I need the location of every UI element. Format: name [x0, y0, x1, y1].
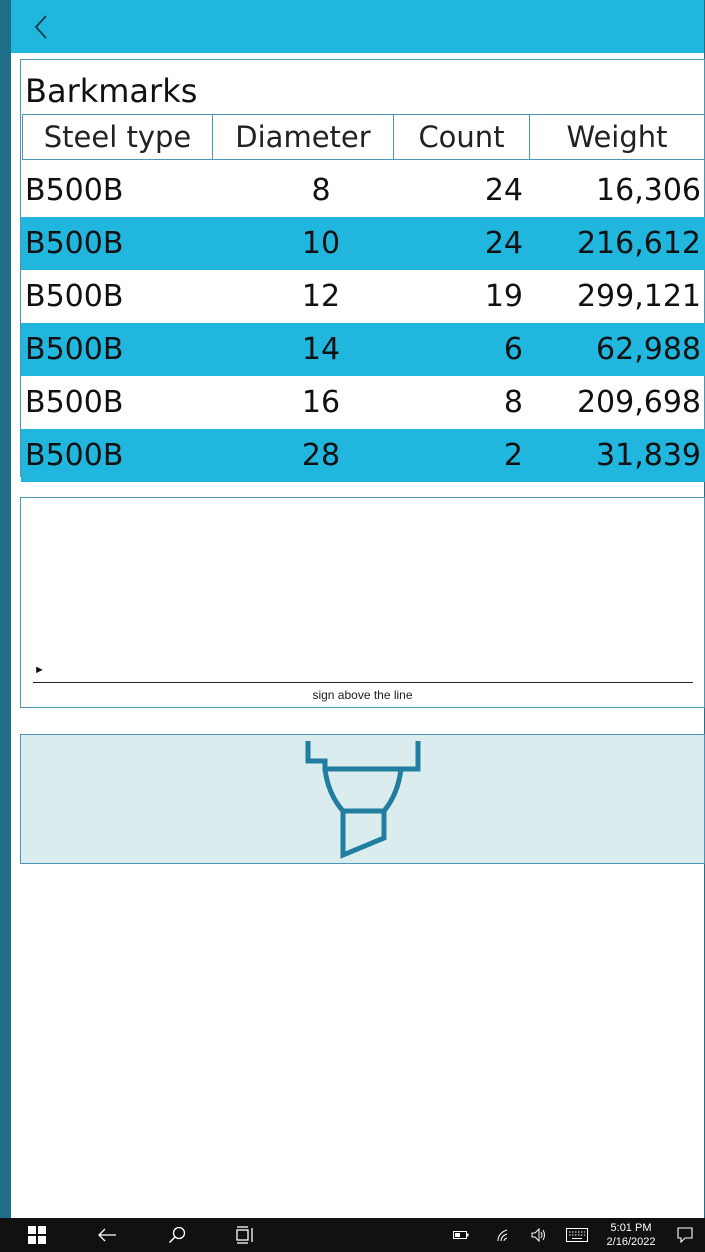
clock-date: 2/16/2022 [606, 1236, 656, 1248]
cell-diameter: 12 [301, 279, 341, 314]
cell-count: 24 [484, 226, 523, 261]
cell-steel-type: B500B [25, 226, 124, 261]
cell-diameter: 28 [301, 438, 341, 473]
table-body: B500B 8 24 16,306 B500B 10 24 216,612 B5… [21, 164, 705, 482]
start-button[interactable] [22, 1218, 52, 1252]
battery-icon [453, 1231, 469, 1239]
window-left-border [0, 0, 11, 1218]
column-header-diameter[interactable]: Diameter [212, 114, 393, 160]
sign-button[interactable] [20, 734, 705, 864]
cell-count: 8 [503, 385, 523, 420]
barkmarks-title: Barkmarks [25, 72, 198, 110]
signature-pad[interactable]: ► sign above the line [20, 497, 705, 708]
table-row[interactable]: B500B 14 6 62,988 [21, 323, 705, 376]
cell-steel-type: B500B [25, 385, 124, 420]
taskbar-back-button[interactable] [92, 1218, 122, 1252]
cell-diameter: 10 [301, 226, 341, 261]
table-header: Steel type Diameter Count Weight [22, 114, 705, 160]
cell-steel-type: B500B [25, 279, 124, 314]
windows-start-icon [28, 1226, 46, 1244]
volume-indicator[interactable] [528, 1218, 550, 1252]
cell-diameter: 14 [301, 332, 341, 367]
cell-steel-type: B500B [25, 332, 124, 367]
signature-marker: ► [34, 664, 45, 676]
cell-count: 24 [484, 173, 523, 208]
cell-weight: 16,306 [596, 173, 701, 208]
chevron-left-icon [34, 15, 47, 39]
table-row[interactable]: B500B 16 8 209,698 [21, 376, 705, 429]
cell-weight: 62,988 [596, 332, 701, 367]
cell-diameter: 16 [301, 385, 341, 420]
task-view-button[interactable] [231, 1218, 261, 1252]
column-header-steel-type[interactable]: Steel type [22, 114, 212, 160]
column-header-weight[interactable]: Weight [529, 114, 705, 160]
table-row[interactable]: B500B 10 24 216,612 [21, 217, 705, 270]
action-center-button[interactable] [673, 1218, 697, 1252]
column-header-count[interactable]: Count [393, 114, 529, 160]
back-arrow-icon [98, 1228, 116, 1242]
highlighter-icon [305, 741, 421, 859]
table-row[interactable]: B500B 28 2 31,839 [21, 429, 705, 482]
back-button[interactable] [27, 10, 57, 44]
clock-time: 5:01 PM [610, 1222, 652, 1234]
taskbar-clock[interactable]: 5:01 PM 2/16/2022 [598, 1221, 664, 1249]
cell-steel-type: B500B [25, 173, 124, 208]
taskbar: 5:01 PM 2/16/2022 [0, 1218, 705, 1252]
taskbar-search-button[interactable] [162, 1218, 192, 1252]
cell-count: 6 [503, 332, 523, 367]
search-icon [168, 1226, 186, 1244]
task-view-icon [236, 1226, 253, 1244]
keyboard-icon [566, 1228, 588, 1242]
volume-icon [531, 1228, 545, 1242]
table-row[interactable]: B500B 8 24 16,306 [21, 164, 705, 217]
cell-weight: 299,121 [576, 279, 701, 314]
touch-keyboard-button[interactable] [563, 1218, 591, 1252]
barkmarks-card: Barkmarks Steel type Diameter Count Weig… [20, 59, 705, 482]
cell-steel-type: B500B [25, 438, 124, 473]
signature-line [33, 682, 693, 683]
cell-weight: 31,839 [596, 438, 701, 473]
table-row[interactable]: B500B 12 19 299,121 [21, 270, 705, 323]
cell-weight: 209,698 [576, 385, 701, 420]
cell-weight: 216,612 [576, 226, 701, 261]
notifications-icon [677, 1227, 693, 1243]
cell-count: 19 [484, 279, 523, 314]
wifi-icon [497, 1229, 508, 1242]
battery-indicator[interactable] [450, 1218, 472, 1252]
signature-caption: sign above the line [312, 688, 413, 702]
cell-count: 2 [503, 438, 523, 473]
network-indicator[interactable] [492, 1218, 514, 1252]
title-bar [11, 0, 704, 53]
cell-diameter: 8 [311, 173, 331, 208]
